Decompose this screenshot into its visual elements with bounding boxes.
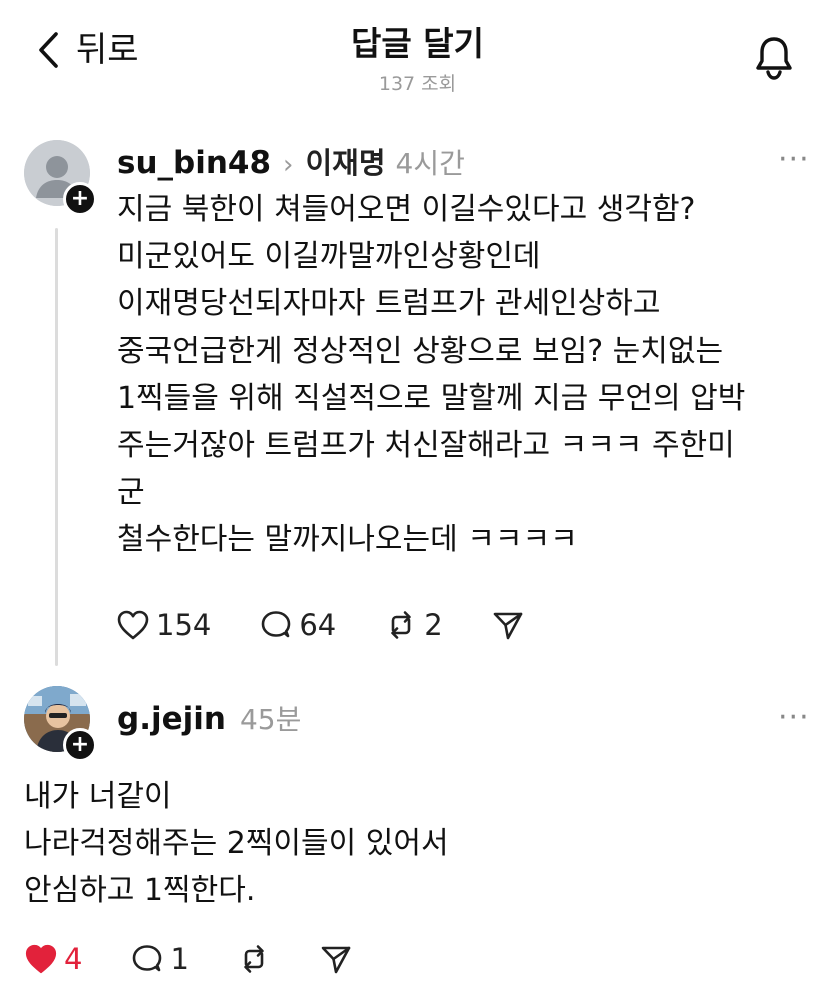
post-line: 1찍들을 위해 직설적으로 말할께 지금 무언의 압박	[117, 380, 746, 416]
share-button[interactable]	[319, 942, 353, 976]
post-line: 이재명당선되자마자 트럼프가 관세인상하고	[117, 286, 661, 322]
comment-icon	[262, 611, 291, 638]
repost-icon	[391, 611, 412, 639]
post-header: su_bin48 › 이재명 4시간	[117, 140, 465, 182]
top-bar: 뒤로 답글 달기 137 조회	[0, 0, 835, 110]
share-icon	[321, 946, 351, 974]
post-line: 지금 북한이 쳐들어오면 이길수있다고 생각함?	[117, 192, 696, 227]
post-actions: 154 64 2	[116, 608, 525, 642]
more-icon[interactable]: ···	[778, 700, 810, 735]
username[interactable]: su_bin48	[117, 145, 271, 181]
repost-button[interactable]: 2	[384, 608, 443, 642]
reply-to-username[interactable]: 이재명	[305, 140, 385, 182]
follow-plus-icon[interactable]: +	[63, 728, 97, 762]
post-line: 주는거잖아 트럼프가 처신잘해라고 ㅋㅋㅋ 주한미	[117, 428, 735, 464]
post-body: 내가 너같이 나라걱정해주는 2찍이들이 있어서 안심하고 1찍한다.	[24, 773, 449, 915]
more-icon[interactable]: ···	[778, 142, 810, 177]
like-button[interactable]: 154	[116, 608, 211, 642]
comment-count: 1	[170, 942, 189, 976]
post-line: 미군있어도 이길까말까인상황인데	[117, 239, 541, 275]
post-line: 안심하고 1찍한다.	[24, 873, 256, 909]
post-body: 지금 북한이 쳐들어오면 이길수있다고 생각함? 미군있어도 이길까말까인상황인…	[117, 186, 745, 564]
comment-count: 64	[299, 608, 337, 642]
post-header: g.jejin 45분	[117, 698, 301, 738]
comment-icon	[133, 945, 162, 972]
repost-count: 2	[424, 608, 443, 642]
like-count: 154	[156, 608, 212, 642]
bell-icon[interactable]	[752, 34, 796, 80]
post-line: 나라걱정해주는 2찍이들이 있어서	[24, 826, 449, 862]
repost-icon	[244, 945, 264, 973]
post-line: 군	[117, 475, 145, 511]
post-actions: 4 1	[24, 942, 353, 976]
post-line: 중국언급한게 정상적인 상황으로 보임? 눈치없는	[117, 333, 724, 369]
heart-icon	[117, 610, 149, 640]
view-count: 137 조회	[378, 73, 457, 95]
comment-button[interactable]: 64	[259, 608, 336, 642]
share-icon	[493, 612, 523, 640]
username[interactable]: g.jejin	[117, 701, 226, 737]
share-button[interactable]	[491, 608, 525, 642]
heart-icon	[25, 944, 57, 974]
post-line: 철수한다는 말까지나오는데 ㅋㅋㅋㅋ	[117, 522, 578, 558]
repost-button[interactable]	[237, 942, 271, 976]
thread-line	[55, 228, 58, 666]
post-line: 내가 너같이	[24, 779, 172, 814]
title-block: 답글 달기 137 조회	[0, 22, 835, 96]
post-time: 4시간	[395, 147, 465, 180]
comment-button[interactable]: 1	[130, 942, 189, 976]
like-count: 4	[64, 942, 83, 976]
like-button[interactable]: 4	[24, 942, 82, 976]
follow-plus-icon[interactable]: +	[63, 182, 97, 216]
page-title: 답글 달기	[351, 24, 484, 63]
post-time: 45분	[239, 703, 302, 736]
reply-arrow-icon: ›	[283, 150, 294, 180]
